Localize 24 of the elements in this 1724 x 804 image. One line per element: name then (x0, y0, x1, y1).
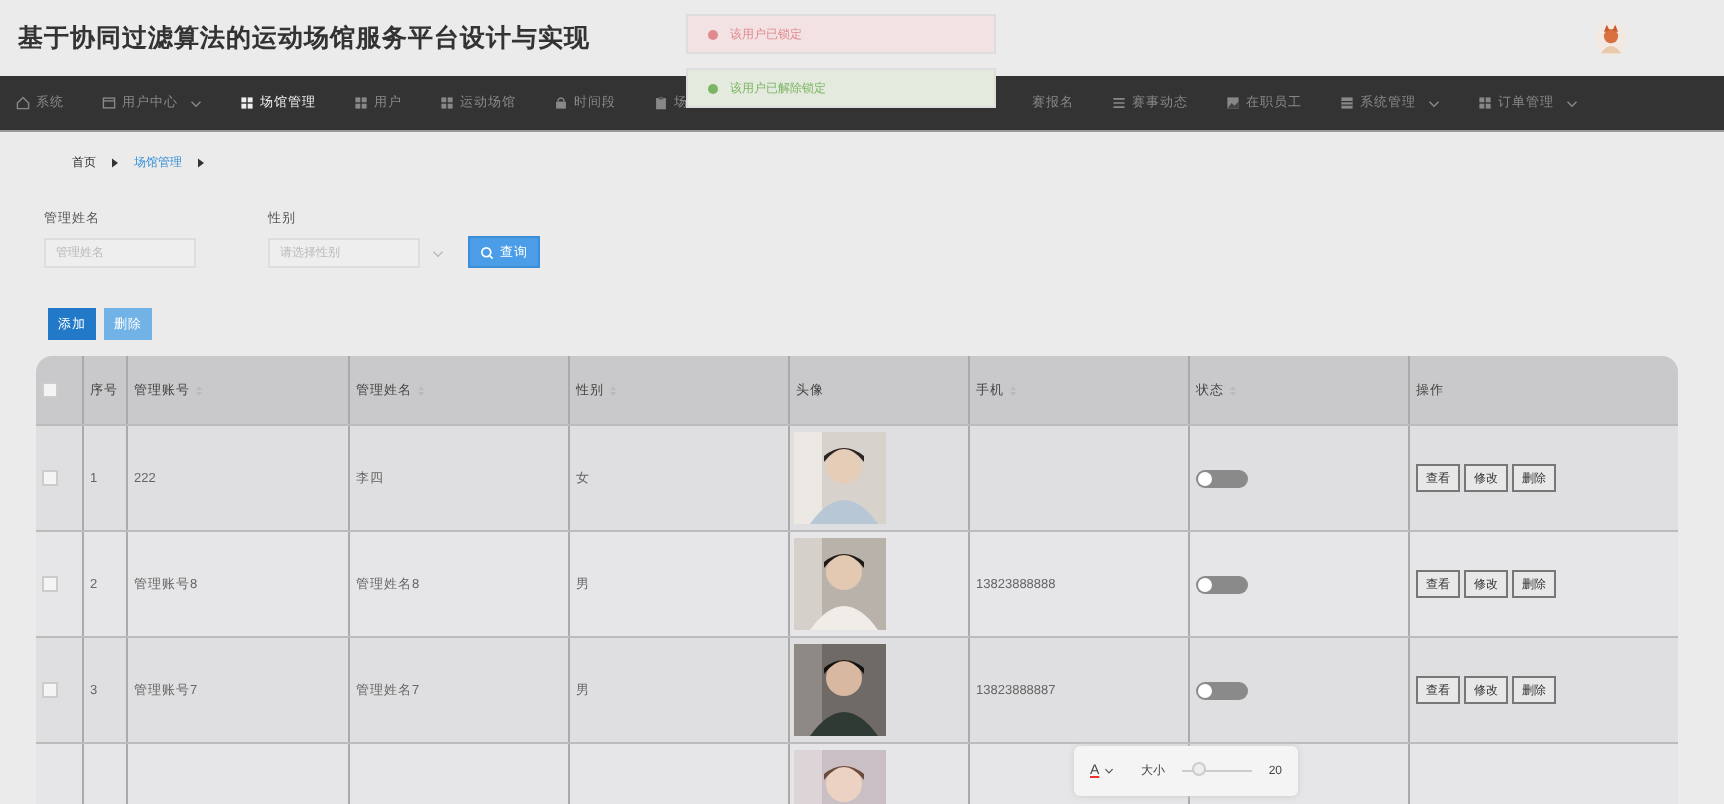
grid-icon (240, 96, 254, 110)
checkbox[interactable] (42, 576, 58, 592)
status-switch[interactable] (1196, 575, 1248, 593)
chevron-icon (198, 157, 204, 167)
window-icon (102, 96, 116, 110)
list-icon (1112, 96, 1126, 110)
home-icon (16, 96, 30, 110)
caret-icon (432, 249, 444, 257)
status-switch[interactable] (1196, 681, 1248, 699)
table-icon (1340, 96, 1354, 110)
status-switch[interactable] (1196, 469, 1248, 487)
site-title: 基于协同过滤算法的运动场馆服务平台设计与实现 (18, 21, 590, 55)
lock-icon (554, 96, 568, 110)
image-icon (1226, 96, 1240, 110)
grid-icon (440, 96, 454, 110)
grid-icon (1478, 96, 1492, 110)
checkbox[interactable] (42, 682, 58, 698)
chevron-icon (112, 157, 118, 167)
clipboard-icon (654, 96, 668, 110)
caret-icon (1103, 768, 1114, 774)
checkbox[interactable] (42, 382, 58, 398)
checkbox[interactable] (42, 470, 58, 486)
grid-icon (354, 96, 368, 110)
search-icon (480, 245, 494, 259)
